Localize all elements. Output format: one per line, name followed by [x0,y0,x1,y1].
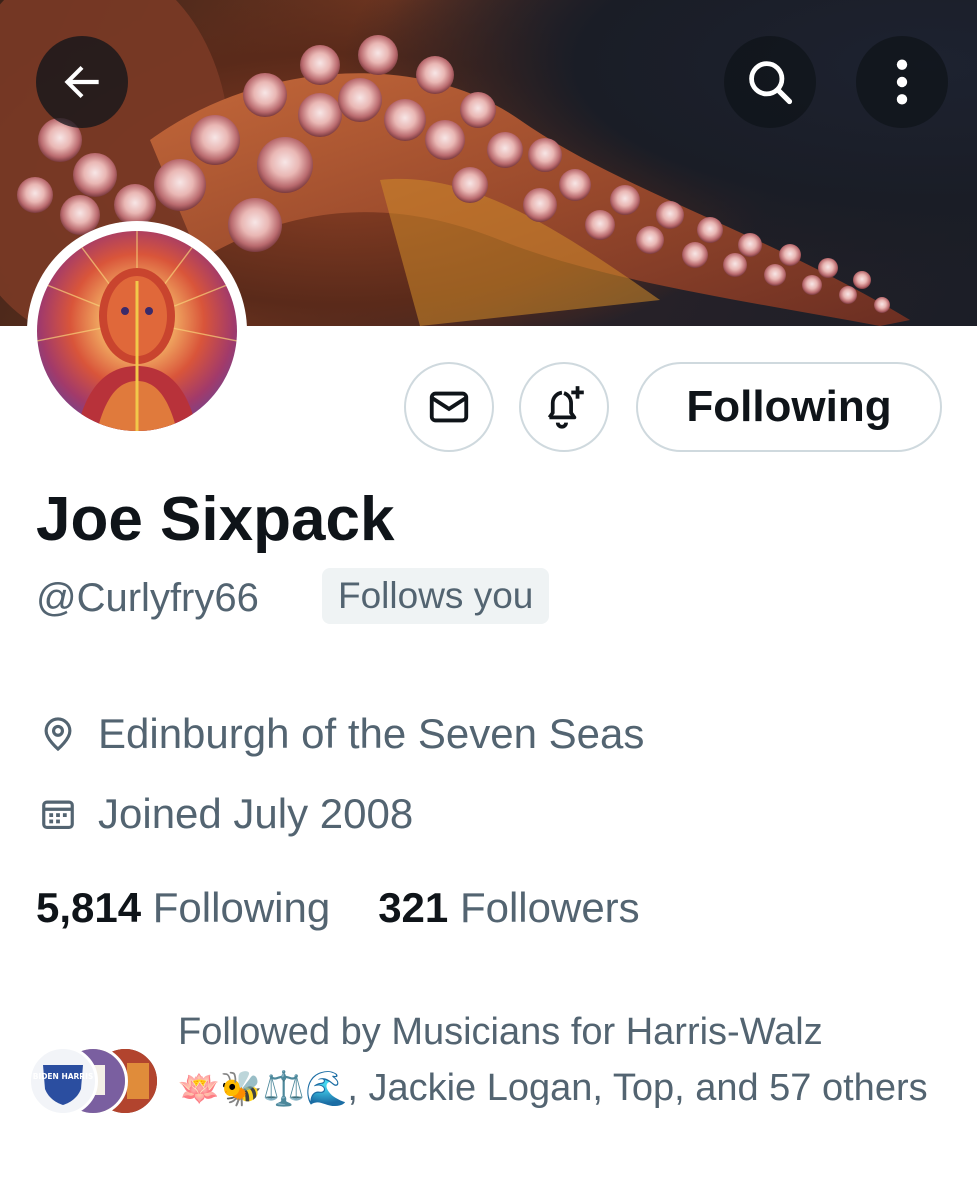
location-text: Edinburgh of the Seven Seas [98,710,645,757]
follower-avatar-1-text: BIDEN HARRIS [33,1072,94,1081]
mail-icon [429,391,469,423]
followed-by-prefix: Followed by Musicians for Harris-Walz [178,1011,823,1053]
followers-label: Followers [459,884,640,931]
notifications-button[interactable] [519,362,609,452]
profile-name: Joe Sixpack [36,485,395,554]
location-pin-icon [36,712,80,756]
profile-handle: @Curlyfry66 [36,576,259,620]
followers-stat[interactable]: 321 Followers [378,884,639,932]
following-count: 5,814 [36,884,142,931]
bell-plus-icon [547,386,584,429]
followed-by-suffix: , Jackie Logan, Top, and 57 others [347,1067,928,1109]
arrow-left-icon [64,65,99,99]
back-button[interactable] [36,36,128,128]
following-stat[interactable]: 5,814 Following [36,884,330,932]
more-vertical-icon [896,59,908,105]
followed-by-avatars[interactable]: BIDEN HARRIS [28,1046,168,1116]
following-button[interactable]: Following [636,362,942,452]
message-button[interactable] [404,362,494,452]
search-icon [749,61,793,105]
profile-avatar[interactable] [27,221,247,441]
location-row: Edinburgh of the Seven Seas [36,710,644,758]
follower-avatar-1: BIDEN HARRIS [28,1046,98,1116]
follows-you-badge: Follows you [322,568,550,624]
followed-by-emojis: 🪷🐝⚖️🌊 [178,1069,348,1109]
joined-text: Joined July 2008 [98,790,414,837]
avatar-image [37,231,237,431]
follow-stats: 5,814 Following 321 Followers [36,884,688,932]
calendar-icon [36,792,80,836]
followers-count: 321 [378,884,449,931]
more-options-button[interactable] [856,36,948,128]
search-button[interactable] [724,36,816,128]
following-label: Following [152,884,331,931]
joined-row: Joined July 2008 [36,790,413,838]
followed-by-text[interactable]: Followed by Musicians for Harris-Walz 🪷🐝… [178,1004,938,1117]
